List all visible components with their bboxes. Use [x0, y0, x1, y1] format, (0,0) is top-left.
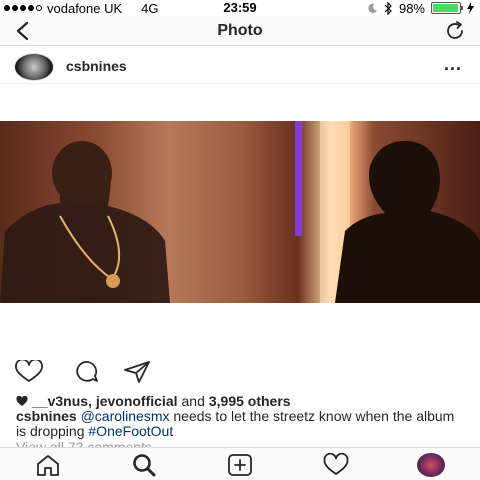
caption-hashtag[interactable]: #OneFootOut	[88, 423, 173, 439]
nav-bar: Photo	[0, 16, 480, 46]
moon-icon	[368, 3, 378, 13]
caption-username[interactable]: csbnines	[16, 408, 77, 424]
likes-line: __v3nus, jevonofficial and 3,995 others	[16, 393, 291, 409]
tab-bar	[0, 447, 480, 480]
post-actions	[0, 358, 480, 386]
more-options-icon[interactable]: ...	[444, 54, 462, 75]
right-figure	[335, 140, 480, 303]
chain-pendant	[106, 274, 120, 288]
post-username[interactable]: csbnines	[66, 58, 127, 74]
search-icon[interactable]	[130, 453, 158, 477]
battery-icon	[431, 2, 463, 14]
status-right: 98%	[367, 0, 474, 16]
neon-light	[295, 121, 302, 236]
refresh-icon[interactable]	[444, 20, 466, 42]
add-icon[interactable]	[226, 453, 254, 477]
share-icon[interactable]	[122, 360, 152, 384]
activity-icon[interactable]	[322, 453, 350, 477]
profile-icon[interactable]	[417, 453, 445, 477]
left-figure-head	[52, 141, 112, 205]
likes-connector: and	[181, 393, 205, 409]
battery-percent: 98%	[398, 0, 425, 16]
post-photo[interactable]	[0, 121, 480, 303]
heart-small-icon	[16, 395, 28, 406]
charging-icon	[467, 2, 474, 14]
heart-icon[interactable]	[14, 360, 44, 384]
comment-icon[interactable]	[70, 360, 100, 384]
caption-mention[interactable]: @carolinesmx	[81, 408, 170, 424]
post-header: csbnines ...	[0, 50, 480, 84]
battery-level-fill	[433, 4, 459, 12]
liked-by-users[interactable]: __v3nus, jevonofficial	[32, 393, 178, 409]
avatar[interactable]	[14, 53, 54, 81]
likes-others-count[interactable]: 3,995 others	[209, 393, 291, 409]
photo-scene	[0, 121, 480, 303]
page-title: Photo	[217, 22, 263, 39]
home-icon[interactable]	[34, 453, 62, 477]
post-caption: csbnines @carolinesmx needs to let the s…	[16, 409, 466, 439]
bluetooth-icon	[384, 1, 392, 15]
status-bar: vodafone UK 4G 23:59 98%	[0, 0, 480, 16]
